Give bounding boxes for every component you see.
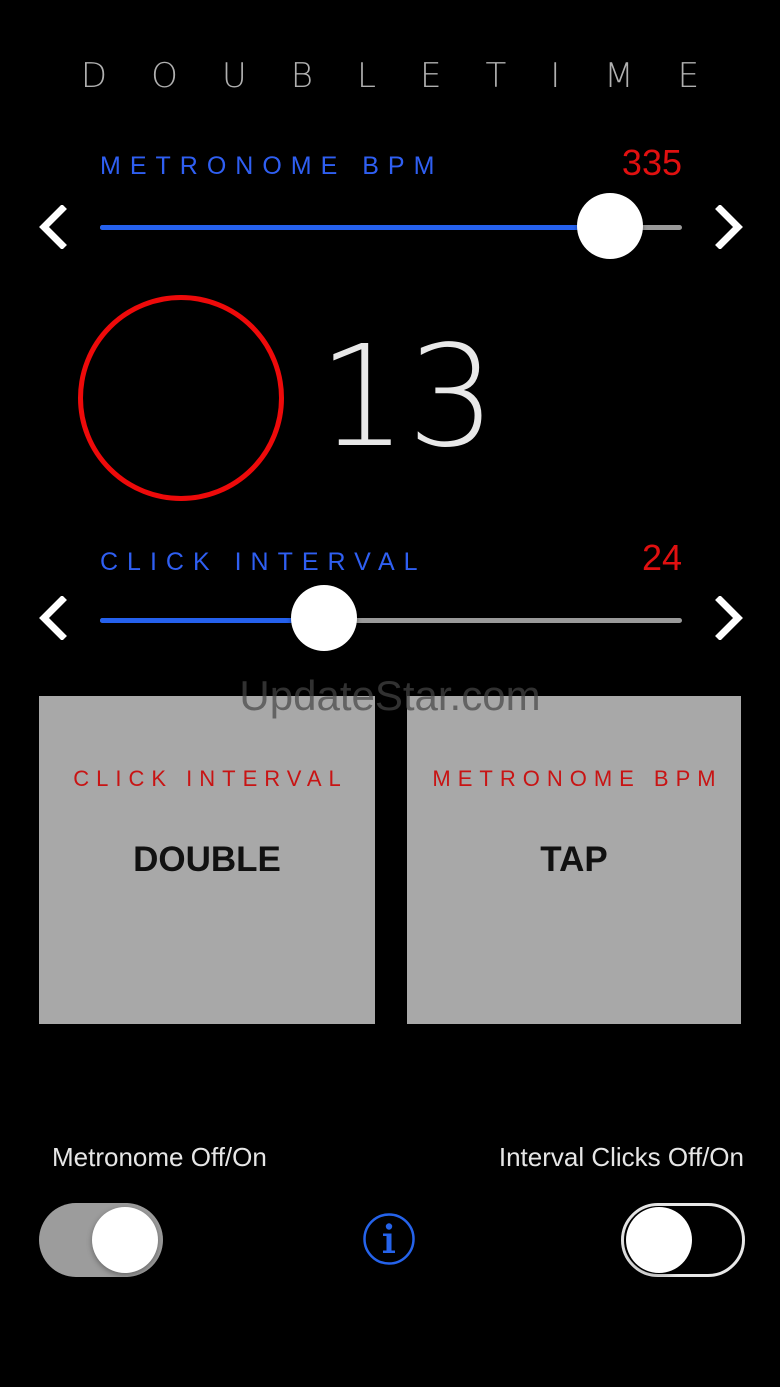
double-button[interactable]: CLICK INTERVAL DOUBLE [39,696,375,1024]
metronome-toggle-knob [92,1207,158,1273]
interval-slider-label: CLICK INTERVAL [100,548,427,576]
beat-count: 13 [318,316,497,479]
info-icon [363,1213,415,1265]
bpm-slider-fill [100,225,611,230]
chevron-left-icon [39,205,67,249]
bpm-increase-button[interactable] [712,205,746,249]
tap-button-subtitle: METRONOME BPM [432,766,723,791]
chevron-right-icon [715,596,743,640]
tap-button-label: TAP [540,840,608,879]
bpm-value: 335 [621,142,682,183]
bpm-slider-label: METRONOME BPM [100,152,444,180]
tap-button[interactable]: METRONOME BPM TAP [407,696,741,1024]
metronome-toggle-label: Metronome Off/On [52,1142,267,1172]
interval-decrease-button[interactable] [36,596,70,640]
interval-clicks-toggle-label: Interval Clicks Off/On [498,1142,744,1172]
interval-slider-track[interactable] [100,618,682,623]
double-button-label: DOUBLE [133,840,281,879]
double-button-subtitle: CLICK INTERVAL [73,766,348,791]
metronome-toggle[interactable] [39,1203,163,1277]
app-title: DOUBLETIME [80,56,744,96]
beat-indicator-circle [78,295,284,501]
chevron-left-icon [39,596,67,640]
watermark: UpdateStar.com [239,672,541,719]
chevron-right-icon [715,205,743,249]
info-button[interactable] [362,1212,416,1266]
bpm-slider-thumb[interactable] [577,193,644,259]
bpm-decrease-button[interactable] [36,205,70,249]
interval-slider-thumb[interactable] [291,585,358,651]
interval-clicks-toggle-knob [626,1207,692,1273]
interval-value: 24 [641,537,682,578]
interval-clicks-toggle[interactable] [621,1203,745,1277]
interval-increase-button[interactable] [712,596,746,640]
